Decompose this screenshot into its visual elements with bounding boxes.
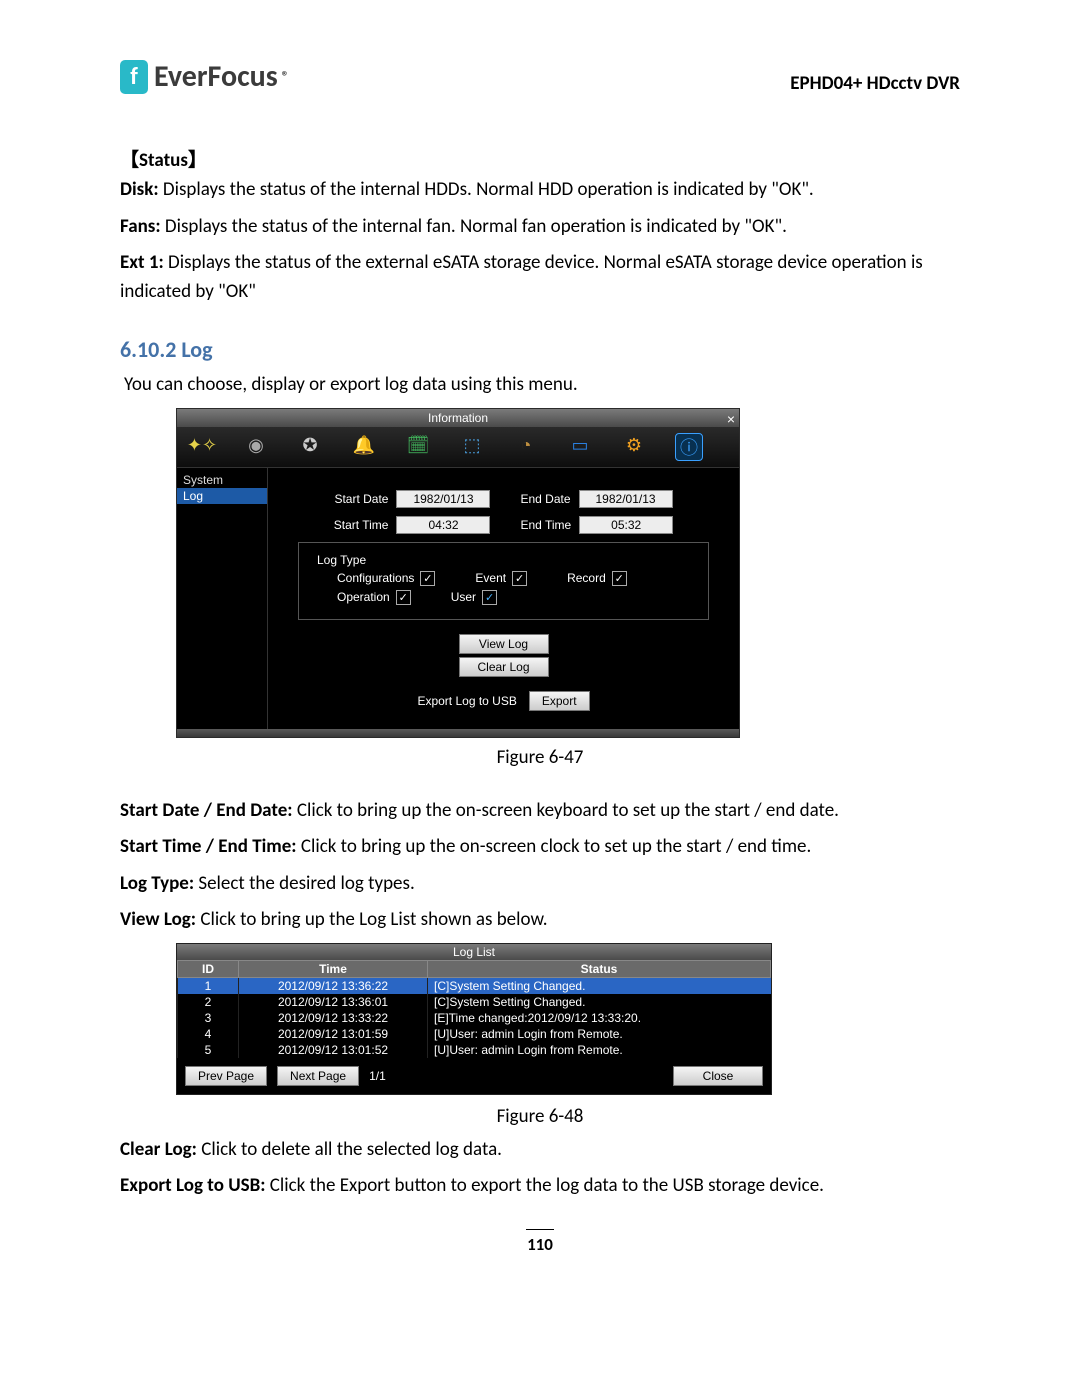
dvr-toolbar: ✦✧ ◉ ✪ 🔔 🗓 ⬚ ◔ ▭ ⚙ ⓘ — [177, 427, 739, 468]
col-time: Time — [239, 960, 428, 977]
dvr-info-window: Information × ✦✧ ◉ ✪ 🔔 🗓 ⬚ ◔ ▭ ⚙ ⓘ Syste… — [176, 408, 740, 738]
export-button[interactable]: Export — [529, 691, 590, 711]
checkbox-record[interactable]: Record✓ — [567, 571, 627, 586]
table-row[interactable]: 12012/09/12 13:36:22[C]System Setting Ch… — [178, 977, 771, 994]
trademark-symbol: ® — [282, 68, 289, 85]
checkbox-user[interactable]: User✓ — [451, 590, 497, 605]
prev-page-button[interactable]: Prev Page — [185, 1066, 267, 1086]
brand-name: EverFocus — [154, 58, 278, 95]
log-intro: You can choose, display or export log da… — [124, 371, 960, 400]
col-id: ID — [178, 960, 239, 977]
checkbox-event[interactable]: Event✓ — [475, 571, 527, 586]
status-heading: 【Status】 — [120, 145, 960, 172]
dvr-window-title: Information × — [177, 409, 739, 427]
start-time-field[interactable]: 04:32 — [396, 516, 490, 534]
sidebar-item-system[interactable]: System — [177, 472, 267, 488]
loglist-table: ID Time Status 12012/09/12 13:36:22[C]Sy… — [177, 960, 771, 1058]
clear-log-button[interactable]: Clear Log — [459, 657, 549, 677]
end-date-label: End Date — [520, 492, 570, 506]
camera-icon[interactable]: ◉ — [243, 433, 269, 459]
loglist-title: Log List — [177, 944, 771, 960]
desc-log-type: Log Type: Select the desired log types. — [120, 870, 960, 899]
end-time-field[interactable]: 05:32 — [579, 516, 673, 534]
desc-view-log: View Log: Click to bring up the Log List… — [120, 906, 960, 935]
page-number: 110 — [120, 1229, 960, 1255]
end-time-label: End Time — [520, 518, 571, 532]
log-type-fieldset: Log Type Configurations✓ Event✓ Record✓ … — [298, 542, 709, 620]
display-icon[interactable]: ▭ — [567, 433, 593, 459]
close-icon[interactable]: × — [727, 410, 735, 428]
desc-export-log: Export Log to USB: Click the Export butt… — [120, 1172, 960, 1201]
log-subsection-heading: 6.10.2 Log — [120, 336, 960, 363]
page-header: f EverFocus ® EPHD04+ HDcctv DVR — [120, 58, 960, 95]
table-row[interactable]: 32012/09/12 13:33:22[E]Time changed:2012… — [178, 1010, 771, 1026]
figure-6-48: Log List ID Time Status 12012/09/12 13:3… — [176, 943, 772, 1095]
bell-icon[interactable]: 🔔 — [351, 433, 377, 459]
table-row[interactable]: 22012/09/12 13:36:01[C]System Setting Ch… — [178, 994, 771, 1010]
figure-6-47: Information × ✦✧ ◉ ✪ 🔔 🗓 ⬚ ◔ ▭ ⚙ ⓘ Syste… — [176, 408, 960, 738]
table-row[interactable]: 42012/09/12 13:01:59[U]User: admin Login… — [178, 1026, 771, 1042]
close-button[interactable]: Close — [673, 1066, 763, 1086]
status-disk-line: Disk: Displays the status of the interna… — [120, 176, 960, 205]
dvr-sidebar: System Log — [177, 468, 268, 729]
start-time-label: Start Time — [334, 518, 389, 532]
brand-logo: f EverFocus ® — [120, 58, 289, 95]
status-fans-line: Fans: Displays the status of the interna… — [120, 213, 960, 242]
log-type-legend: Log Type — [313, 553, 370, 567]
network-icon[interactable]: ⬚ — [459, 433, 485, 459]
status-ext1-line: Ext 1: Displays the status of the extern… — [120, 249, 960, 306]
desc-clear-log: Clear Log: Click to delete all the selec… — [120, 1136, 960, 1165]
checkbox-configurations[interactable]: Configurations✓ — [337, 571, 435, 586]
reel-icon[interactable]: ✪ — [297, 433, 323, 459]
figure-6-48-caption: Figure 6-48 — [120, 1105, 960, 1128]
checkbox-operation[interactable]: Operation✓ — [337, 590, 411, 605]
sidebar-item-log[interactable]: Log — [177, 488, 267, 504]
figure-6-47-caption: Figure 6-47 — [120, 746, 960, 769]
page-indicator: 1/1 — [369, 1069, 386, 1083]
next-page-button[interactable]: Next Page — [277, 1066, 359, 1086]
start-date-label: Start Date — [334, 492, 388, 506]
view-log-button[interactable]: View Log — [459, 634, 549, 654]
table-row[interactable]: 52012/09/12 13:01:52[U]User: admin Login… — [178, 1042, 771, 1058]
col-status: Status — [428, 960, 771, 977]
product-title: EPHD04+ HDcctv DVR — [790, 72, 960, 95]
desc-start-time: Start Time / End Time: Click to bring up… — [120, 833, 960, 862]
export-log-label: Export Log to USB — [417, 694, 516, 708]
end-date-field[interactable]: 1982/01/13 — [579, 490, 673, 508]
schedule-icon[interactable]: 🗓 — [405, 433, 431, 459]
wand-icon[interactable]: ✦✧ — [189, 433, 215, 459]
brand-mark-icon: f — [120, 60, 148, 94]
disk-icon[interactable]: ◔ — [513, 433, 539, 459]
info-icon[interactable]: ⓘ — [675, 433, 703, 461]
settings-icon[interactable]: ⚙ — [621, 433, 647, 459]
start-date-field[interactable]: 1982/01/13 — [396, 490, 490, 508]
desc-start-date: Start Date / End Date: Click to bring up… — [120, 797, 960, 826]
